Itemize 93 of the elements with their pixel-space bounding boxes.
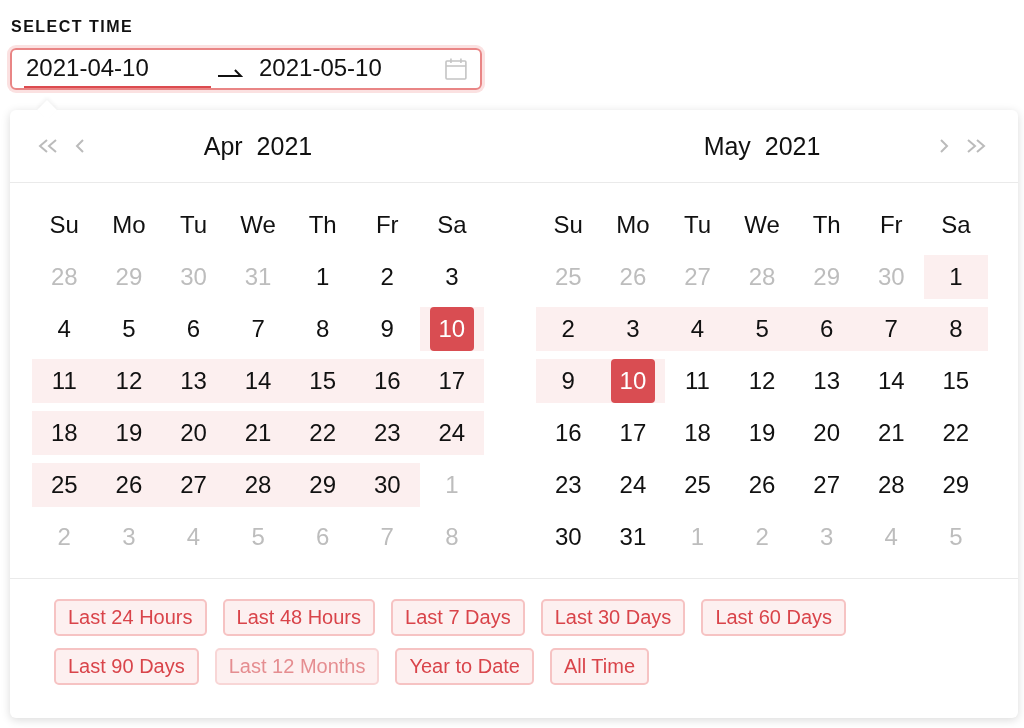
weekday-label: Sa xyxy=(436,210,468,240)
calendar-day[interactable]: 18 xyxy=(675,411,720,455)
calendar-day[interactable]: 16 xyxy=(546,411,591,455)
preset-range-button[interactable]: Last 30 Days xyxy=(540,599,686,636)
calendar-day[interactable]: 2 xyxy=(365,255,410,299)
calendar-day[interactable]: 17 xyxy=(429,359,474,403)
calendar-day[interactable]: 29 xyxy=(933,463,978,507)
calendar-day[interactable]: 27 xyxy=(804,463,849,507)
calendar-day[interactable]: 30 xyxy=(546,515,591,559)
calendar-day[interactable]: 16 xyxy=(365,359,410,403)
calendar-day[interactable]: 4 xyxy=(675,307,720,351)
calendar-day[interactable]: 12 xyxy=(106,359,151,403)
calendar-day[interactable]: 31 xyxy=(610,515,655,559)
calendar-day[interactable]: 27 xyxy=(171,463,216,507)
preset-range-button[interactable]: Last 7 Days xyxy=(391,599,525,636)
calendar-day[interactable]: 19 xyxy=(740,411,785,455)
date-range-field[interactable]: 2021-04-10 2021-05-10 xyxy=(10,48,482,90)
month-title[interactable]: May 2021 xyxy=(630,131,894,161)
calendar-day[interactable]: 20 xyxy=(171,411,216,455)
calendar-day[interactable]: 8 xyxy=(300,307,345,351)
calendar-day[interactable]: 26 xyxy=(106,463,151,507)
range-separator-icon xyxy=(217,66,243,78)
calendar-day[interactable]: 6 xyxy=(171,307,216,351)
chevron-left-icon[interactable] xyxy=(74,138,86,154)
calendar-day[interactable]: 24 xyxy=(429,411,474,455)
weekday-label: We xyxy=(239,210,277,240)
calendar-day[interactable]: 19 xyxy=(106,411,151,455)
calendar-day[interactable]: 10 xyxy=(610,359,655,403)
preset-range-button[interactable]: Last 90 Days xyxy=(54,648,199,685)
calendar-day[interactable]: 4 xyxy=(42,307,87,351)
calendar-day[interactable]: 25 xyxy=(42,463,87,507)
calendar-day[interactable]: 15 xyxy=(933,359,978,403)
calendar-day[interactable]: 12 xyxy=(740,359,785,403)
preset-range-button[interactable]: All Time xyxy=(549,648,650,685)
calendar-day[interactable]: 9 xyxy=(365,307,410,351)
calendar-day[interactable]: 21 xyxy=(236,411,281,455)
calendar-day[interactable]: 2 xyxy=(546,307,591,351)
calendar-day[interactable]: 28 xyxy=(869,463,914,507)
preset-range-button[interactable]: Last 24 Hours xyxy=(54,599,207,636)
calendar-day[interactable]: 18 xyxy=(42,411,87,455)
calendar-day[interactable]: 1 xyxy=(300,255,345,299)
calendar-day[interactable]: 29 xyxy=(300,463,345,507)
weekday-label: Tu xyxy=(178,210,209,240)
calendar-day[interactable]: 20 xyxy=(804,411,849,455)
calendar-day[interactable]: 17 xyxy=(610,411,655,455)
calendar-day[interactable]: 7 xyxy=(236,307,281,351)
calendar-day[interactable]: 10 xyxy=(429,307,474,351)
weekday-label: Mo xyxy=(111,210,147,240)
calendar-day[interactable]: 26 xyxy=(740,463,785,507)
chevron-right-icon[interactable] xyxy=(938,138,950,154)
calendar-day[interactable]: 15 xyxy=(300,359,345,403)
calendar-day[interactable]: 28 xyxy=(236,463,281,507)
weekday-label: Th xyxy=(811,210,842,240)
preset-range-button[interactable]: Last 60 Days xyxy=(701,599,847,636)
preset-range-button[interactable]: Year to Date xyxy=(395,648,534,685)
calendar-day[interactable]: 23 xyxy=(546,463,591,507)
calendar-day[interactable]: 11 xyxy=(42,359,87,403)
weekday-label: Th xyxy=(307,210,338,240)
end-date-input[interactable]: 2021-05-10 xyxy=(257,50,445,88)
calendar-day[interactable]: 13 xyxy=(171,359,216,403)
weekday-label: Mo xyxy=(615,210,651,240)
calendar-day[interactable]: 14 xyxy=(236,359,281,403)
section-label: SELECT TIME xyxy=(11,18,135,36)
weekday-label: Su xyxy=(48,210,80,240)
weekday-label: Fr xyxy=(878,210,904,240)
calendar-day[interactable]: 22 xyxy=(933,411,978,455)
calendar-day[interactable]: 13 xyxy=(804,359,849,403)
calendar-day[interactable]: 22 xyxy=(300,411,345,455)
calendar-day[interactable]: 3 xyxy=(610,307,655,351)
calendar-day[interactable]: 5 xyxy=(106,307,151,351)
calendar-day[interactable]: 23 xyxy=(365,411,410,455)
calendar-day[interactable]: 25 xyxy=(675,463,720,507)
calendar-day[interactable]: 8 xyxy=(933,307,978,351)
calendar-day[interactable]: 24 xyxy=(610,463,655,507)
calendar-day[interactable]: 6 xyxy=(804,307,849,351)
calendar-day[interactable]: 11 xyxy=(675,359,720,403)
weekday-label: Fr xyxy=(374,210,400,240)
month-title[interactable]: Apr 2021 xyxy=(126,131,390,161)
calendar-day[interactable]: 21 xyxy=(869,411,914,455)
calendar-day[interactable]: 9 xyxy=(546,359,591,403)
calendar-day[interactable]: 3 xyxy=(429,255,474,299)
start-date-input[interactable]: 2021-04-10 xyxy=(24,50,212,88)
preset-range-button[interactable]: Last 48 Hours xyxy=(222,599,376,636)
weekday-label: We xyxy=(743,210,781,240)
calendar-icon[interactable] xyxy=(444,57,468,81)
calendar-day[interactable]: 14 xyxy=(869,359,914,403)
weekday-label: Sa xyxy=(940,210,972,240)
calendar-day[interactable]: 5 xyxy=(740,307,785,351)
weekday-label: Tu xyxy=(682,210,713,240)
calendar-day[interactable]: 1 xyxy=(933,255,978,299)
weekday-label: Su xyxy=(552,210,584,240)
calendar-day[interactable]: 30 xyxy=(365,463,410,507)
calendar-day[interactable]: 7 xyxy=(869,307,914,351)
